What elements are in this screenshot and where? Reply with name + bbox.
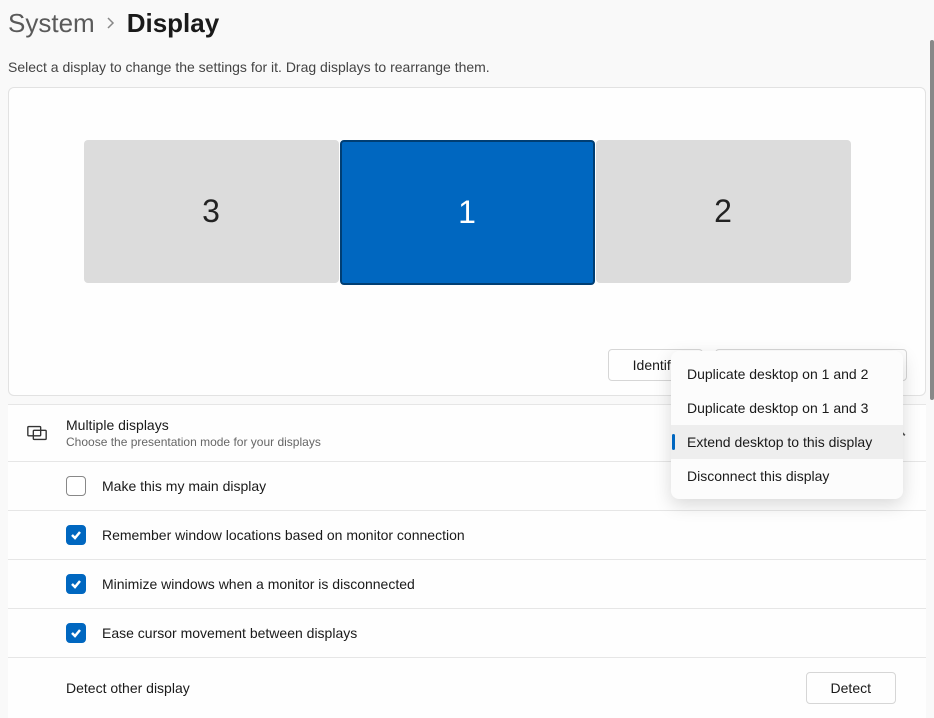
label-minimize-windows: Minimize windows when a monitor is disco…	[102, 576, 906, 592]
scrollbar-thumb[interactable]	[930, 40, 934, 400]
checkbox-minimize-windows[interactable]	[66, 574, 86, 594]
option-ease-cursor: Ease cursor movement between displays	[8, 608, 926, 657]
label-detect-other: Detect other display	[66, 680, 806, 696]
menu-item-disconnect[interactable]: Disconnect this display	[671, 459, 903, 493]
label-ease-cursor: Ease cursor movement between displays	[102, 625, 906, 641]
label-remember-windows: Remember window locations based on monit…	[102, 527, 906, 543]
monitors-row: 3 1 2	[9, 88, 925, 285]
chevron-right-icon	[105, 13, 117, 34]
page-subtitle: Select a display to change the settings …	[0, 39, 934, 87]
monitor-1-selected[interactable]: 1	[340, 140, 595, 285]
display-arrangement-panel: 3 1 2 Identify Extend these displays Dup…	[8, 87, 926, 396]
option-remember-windows: Remember window locations based on monit…	[8, 510, 926, 559]
menu-item-duplicate-1-2[interactable]: Duplicate desktop on 1 and 2	[671, 357, 903, 391]
monitor-3[interactable]: 3	[84, 140, 339, 283]
checkbox-ease-cursor[interactable]	[66, 623, 86, 643]
menu-item-extend-desktop[interactable]: Extend desktop to this display	[671, 425, 903, 459]
option-minimize-windows: Minimize windows when a monitor is disco…	[8, 559, 926, 608]
displays-icon	[26, 422, 48, 444]
checkbox-main-display[interactable]	[66, 476, 86, 496]
detect-button[interactable]: Detect	[806, 672, 896, 704]
extend-displays-menu: Duplicate desktop on 1 and 2 Duplicate d…	[671, 351, 903, 499]
check-icon	[70, 529, 82, 541]
menu-item-duplicate-1-3[interactable]: Duplicate desktop on 1 and 3	[671, 391, 903, 425]
monitor-2[interactable]: 2	[596, 140, 851, 283]
checkbox-remember-windows[interactable]	[66, 525, 86, 545]
breadcrumb-current: Display	[127, 8, 220, 39]
breadcrumb-parent[interactable]: System	[8, 8, 95, 39]
check-icon	[70, 627, 82, 639]
breadcrumb: System Display	[0, 0, 934, 39]
check-icon	[70, 578, 82, 590]
option-detect-other: Detect other display Detect	[8, 657, 926, 718]
